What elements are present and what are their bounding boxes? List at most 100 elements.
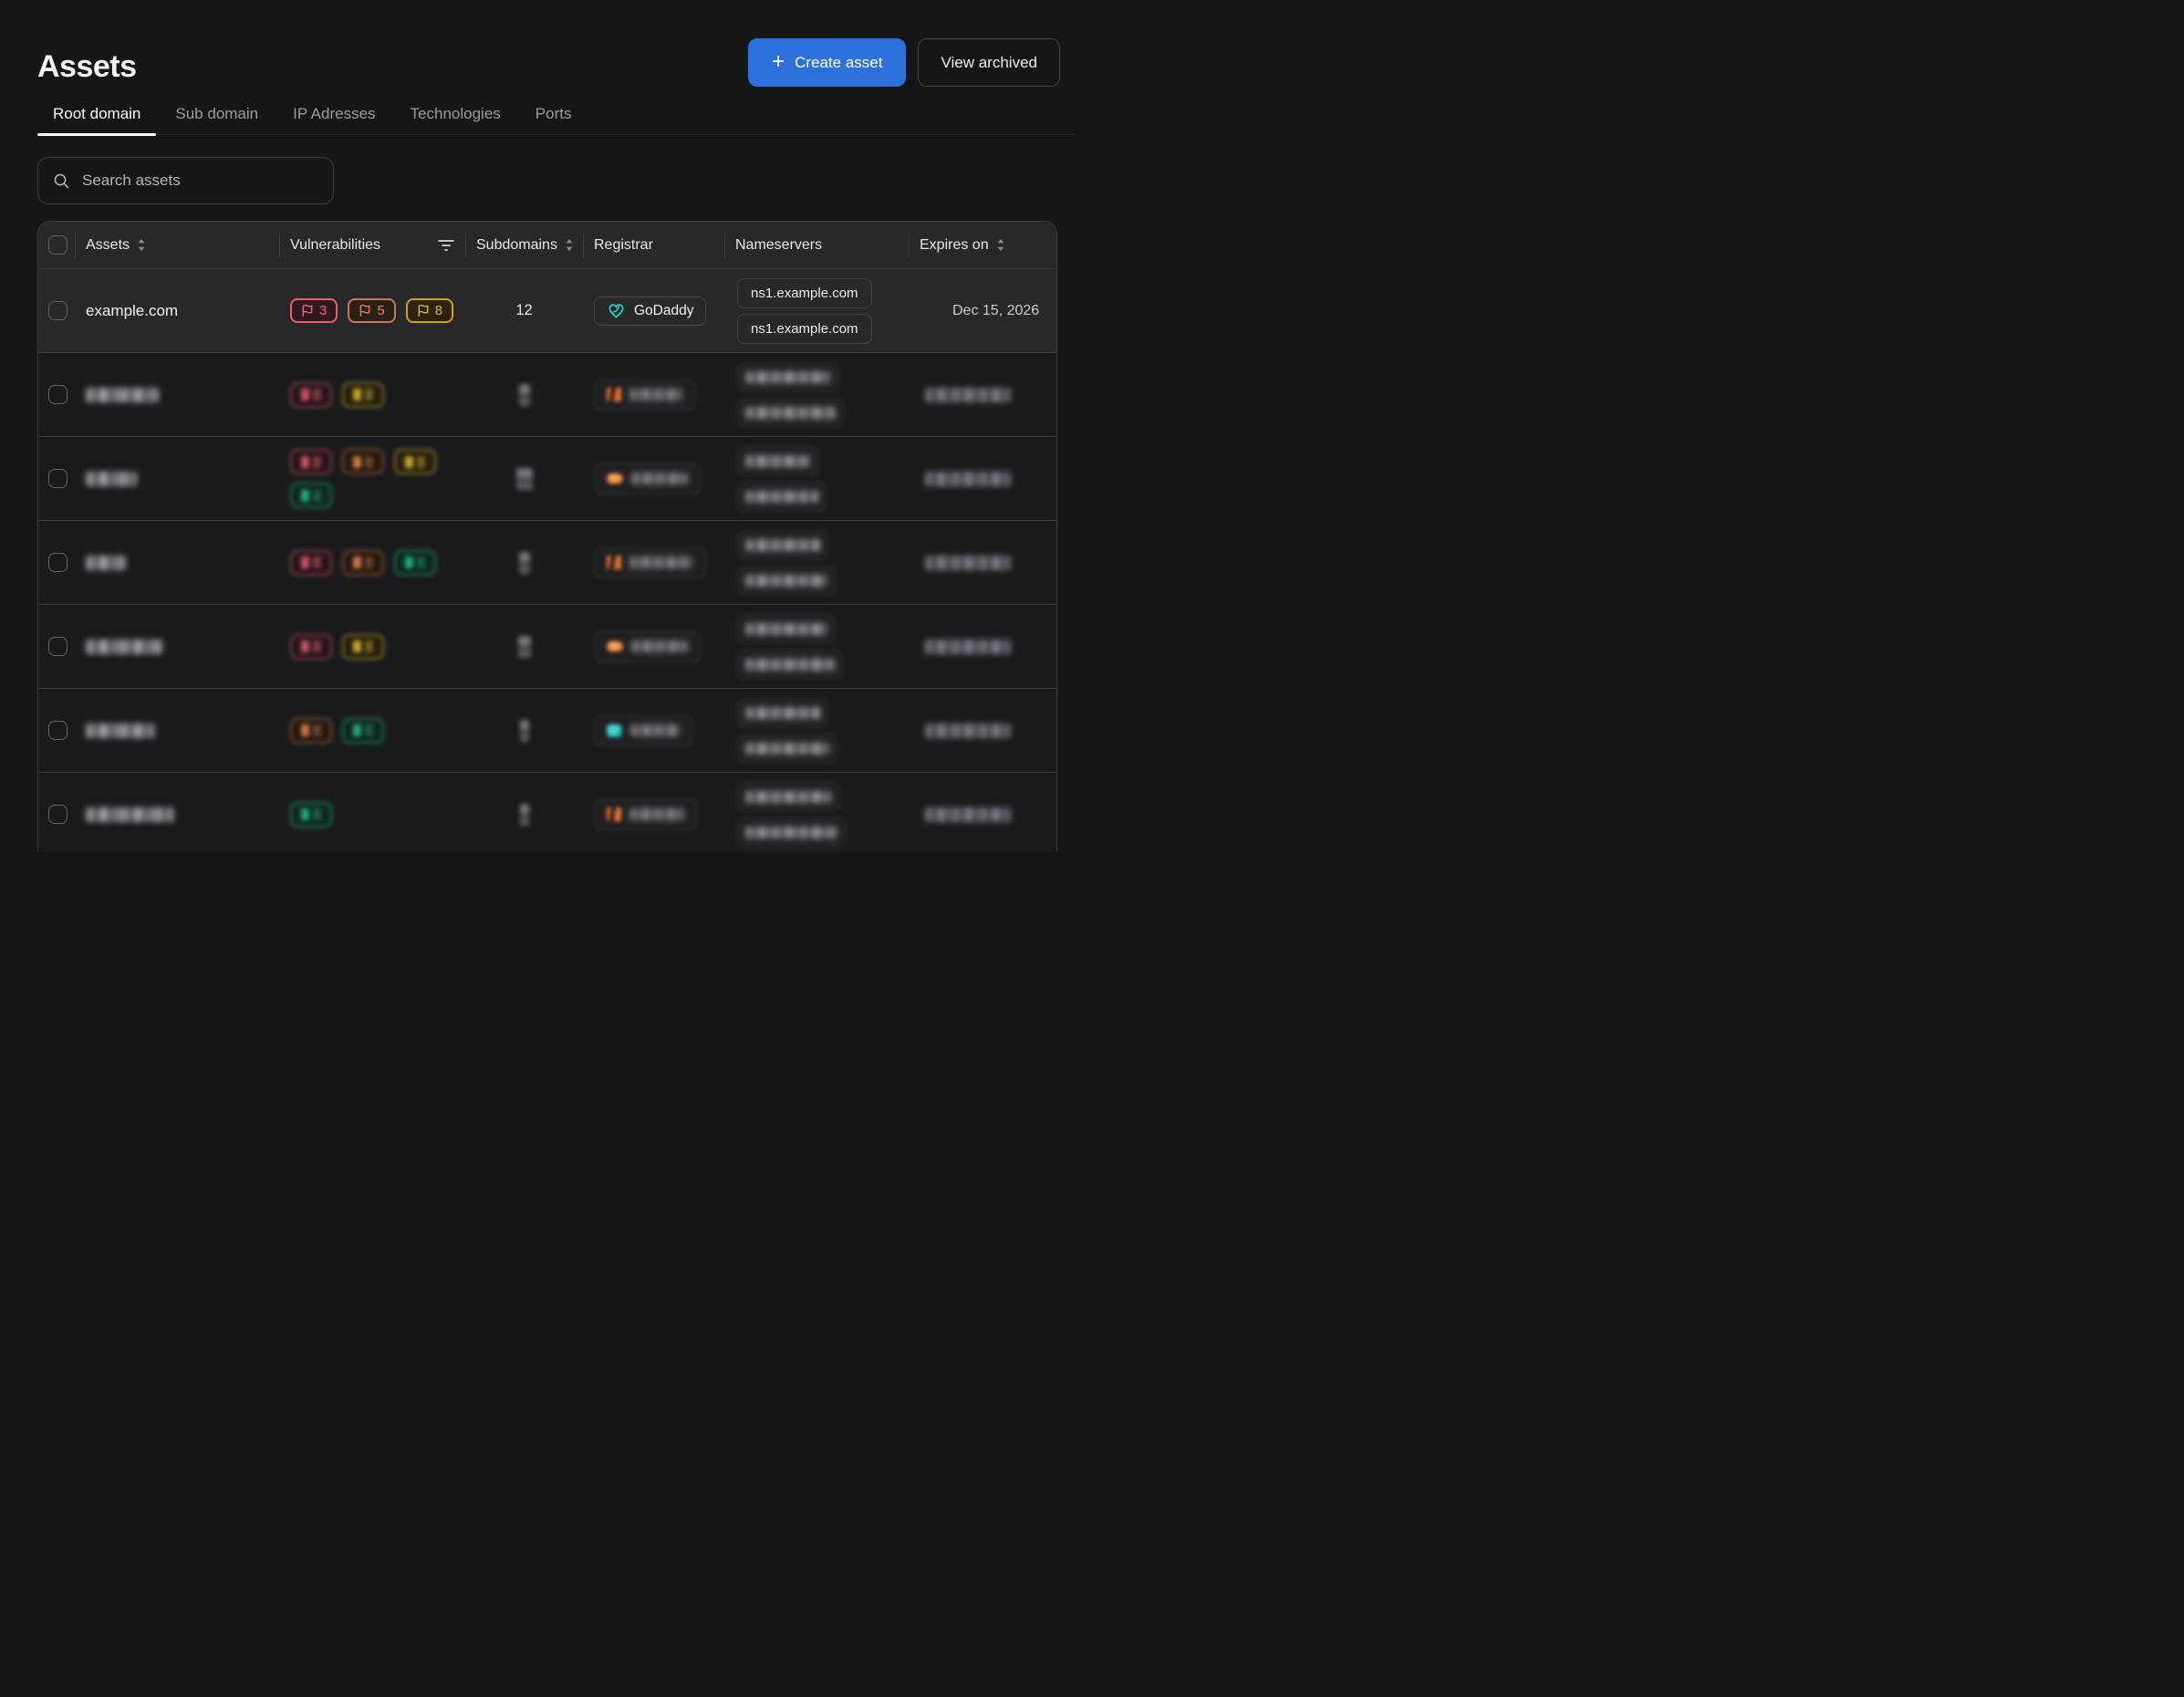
nameserver-chip: ns1.example.com bbox=[737, 278, 872, 308]
nameserver-chip-redacted bbox=[737, 566, 836, 596]
table-header: AssetsVulnerabilitiesSubdomainsRegistrar… bbox=[38, 222, 1056, 268]
row-checkbox[interactable] bbox=[48, 301, 68, 320]
registrar-name-redacted bbox=[630, 724, 680, 736]
row-checkbox[interactable] bbox=[48, 805, 68, 824]
registrar-cell: GoDaddy bbox=[583, 269, 724, 352]
column-header-assets: Assets bbox=[75, 222, 279, 268]
nameserver-redacted-text bbox=[745, 371, 830, 383]
godaddy-logo-icon bbox=[607, 301, 626, 320]
row-checkbox[interactable] bbox=[48, 721, 68, 740]
subdomains-count: 12 bbox=[515, 302, 532, 319]
row-select-cell bbox=[38, 605, 75, 688]
view-archived-label: View archived bbox=[941, 54, 1037, 72]
namecheap-logo-icon bbox=[607, 388, 621, 401]
column-label-assets: Assets bbox=[86, 237, 130, 254]
vulnerability-badge-redacted-medium bbox=[342, 382, 384, 408]
row-checkbox[interactable] bbox=[48, 637, 68, 656]
filter-icon[interactable] bbox=[438, 239, 454, 252]
registrar-chip: GoDaddy bbox=[594, 297, 706, 326]
subdomains-count-redacted bbox=[520, 720, 529, 742]
nameserver-redacted-text bbox=[745, 791, 831, 803]
redacted-block bbox=[353, 389, 361, 401]
tab-sub-domain[interactable]: Sub domain bbox=[160, 105, 274, 134]
expires-cell bbox=[909, 437, 1056, 520]
registrar-cell bbox=[583, 773, 724, 851]
sort-icon[interactable] bbox=[996, 238, 1005, 252]
row-checkbox[interactable] bbox=[48, 469, 68, 488]
namecheap-logo-icon bbox=[607, 807, 621, 821]
asset-name: example.com bbox=[86, 302, 178, 320]
table-row[interactable]: example.com 358 12 GoDaddy ns1.example.com ns… bbox=[38, 268, 1056, 352]
table-row[interactable] bbox=[38, 520, 1056, 604]
column-header-vulnerabilities: Vulnerabilities bbox=[279, 222, 465, 268]
table-row[interactable] bbox=[38, 772, 1056, 851]
tab-ip-adresses[interactable]: IP Adresses bbox=[277, 105, 390, 134]
redacted-block bbox=[313, 640, 321, 652]
table-row[interactable] bbox=[38, 352, 1056, 436]
nameserver-redacted-text bbox=[745, 539, 820, 551]
registrar-name-redacted bbox=[631, 473, 688, 484]
subdomains-count-redacted bbox=[516, 468, 533, 490]
expires-date-redacted bbox=[925, 640, 1011, 654]
subdomains-cell: 12 bbox=[465, 269, 583, 352]
column-header-nameservers: Nameservers bbox=[724, 222, 909, 268]
registrar-cell bbox=[583, 353, 724, 436]
expires-cell bbox=[909, 689, 1056, 772]
expires-date-redacted bbox=[925, 556, 1011, 570]
create-asset-button[interactable]: + Create asset bbox=[748, 38, 906, 87]
redacted-block bbox=[353, 724, 361, 736]
row-checkbox[interactable] bbox=[48, 553, 68, 572]
tabs: Root domainSub domainIP AdressesTechnolo… bbox=[37, 105, 1075, 135]
redacted-block bbox=[301, 389, 309, 401]
flag-icon bbox=[359, 304, 371, 318]
row-select-cell bbox=[38, 353, 75, 436]
subdomains-count-redacted bbox=[520, 804, 529, 826]
select-all-checkbox[interactable] bbox=[48, 235, 68, 255]
expires-cell bbox=[909, 353, 1056, 436]
godaddy-teal-logo-icon bbox=[607, 724, 622, 737]
vulnerability-badge-critical: 3 bbox=[290, 298, 338, 323]
search-icon bbox=[53, 172, 70, 190]
registrar-chip-redacted bbox=[594, 715, 692, 746]
page-title: Assets bbox=[37, 48, 137, 85]
asset-cell bbox=[75, 521, 279, 604]
subdomains-cell bbox=[465, 353, 583, 436]
nameservers-cell bbox=[724, 605, 909, 688]
row-checkbox[interactable] bbox=[48, 385, 68, 404]
registrar-cell bbox=[583, 437, 724, 520]
subdomains-cell bbox=[465, 521, 583, 604]
nameserver-chip-redacted bbox=[737, 734, 837, 764]
vulnerabilities-cell: 358 bbox=[279, 269, 465, 352]
tab-technologies[interactable]: Technologies bbox=[395, 105, 516, 134]
tab-ports[interactable]: Ports bbox=[520, 105, 588, 134]
vulnerability-badge-redacted-low bbox=[290, 802, 332, 828]
redacted-block bbox=[301, 724, 309, 736]
subdomains-cell bbox=[465, 689, 583, 772]
nameserver-redacted-text bbox=[745, 455, 811, 467]
redacted-block bbox=[313, 490, 321, 502]
subdomains-cell bbox=[465, 773, 583, 851]
expires-date: Dec 15, 2026 bbox=[952, 303, 1039, 319]
sort-icon[interactable] bbox=[137, 238, 146, 252]
redacted-block bbox=[365, 640, 373, 652]
registrar-chip-redacted bbox=[594, 799, 697, 830]
column-label-vulnerabilities: Vulnerabilities bbox=[290, 237, 380, 254]
sort-icon[interactable] bbox=[565, 238, 574, 252]
nameservers-cell bbox=[724, 773, 909, 851]
column-label-registrar: Registrar bbox=[594, 237, 653, 254]
table-row[interactable] bbox=[38, 436, 1056, 520]
table-row[interactable] bbox=[38, 688, 1056, 772]
registrar-name-redacted bbox=[631, 640, 688, 652]
tab-root-domain[interactable]: Root domain bbox=[37, 105, 156, 134]
redacted-block bbox=[313, 724, 321, 736]
table-row[interactable] bbox=[38, 604, 1056, 688]
view-archived-button[interactable]: View archived bbox=[918, 38, 1060, 87]
subdomains-count-redacted bbox=[519, 384, 530, 406]
redacted-block bbox=[405, 557, 413, 568]
search-input[interactable] bbox=[80, 171, 318, 191]
nameserver-chip: ns1.example.com bbox=[737, 314, 872, 344]
column-header-registrar: Registrar bbox=[583, 222, 724, 268]
row-select-cell bbox=[38, 689, 75, 772]
search-box[interactable] bbox=[37, 157, 334, 204]
vulnerabilities-cell bbox=[279, 353, 465, 436]
